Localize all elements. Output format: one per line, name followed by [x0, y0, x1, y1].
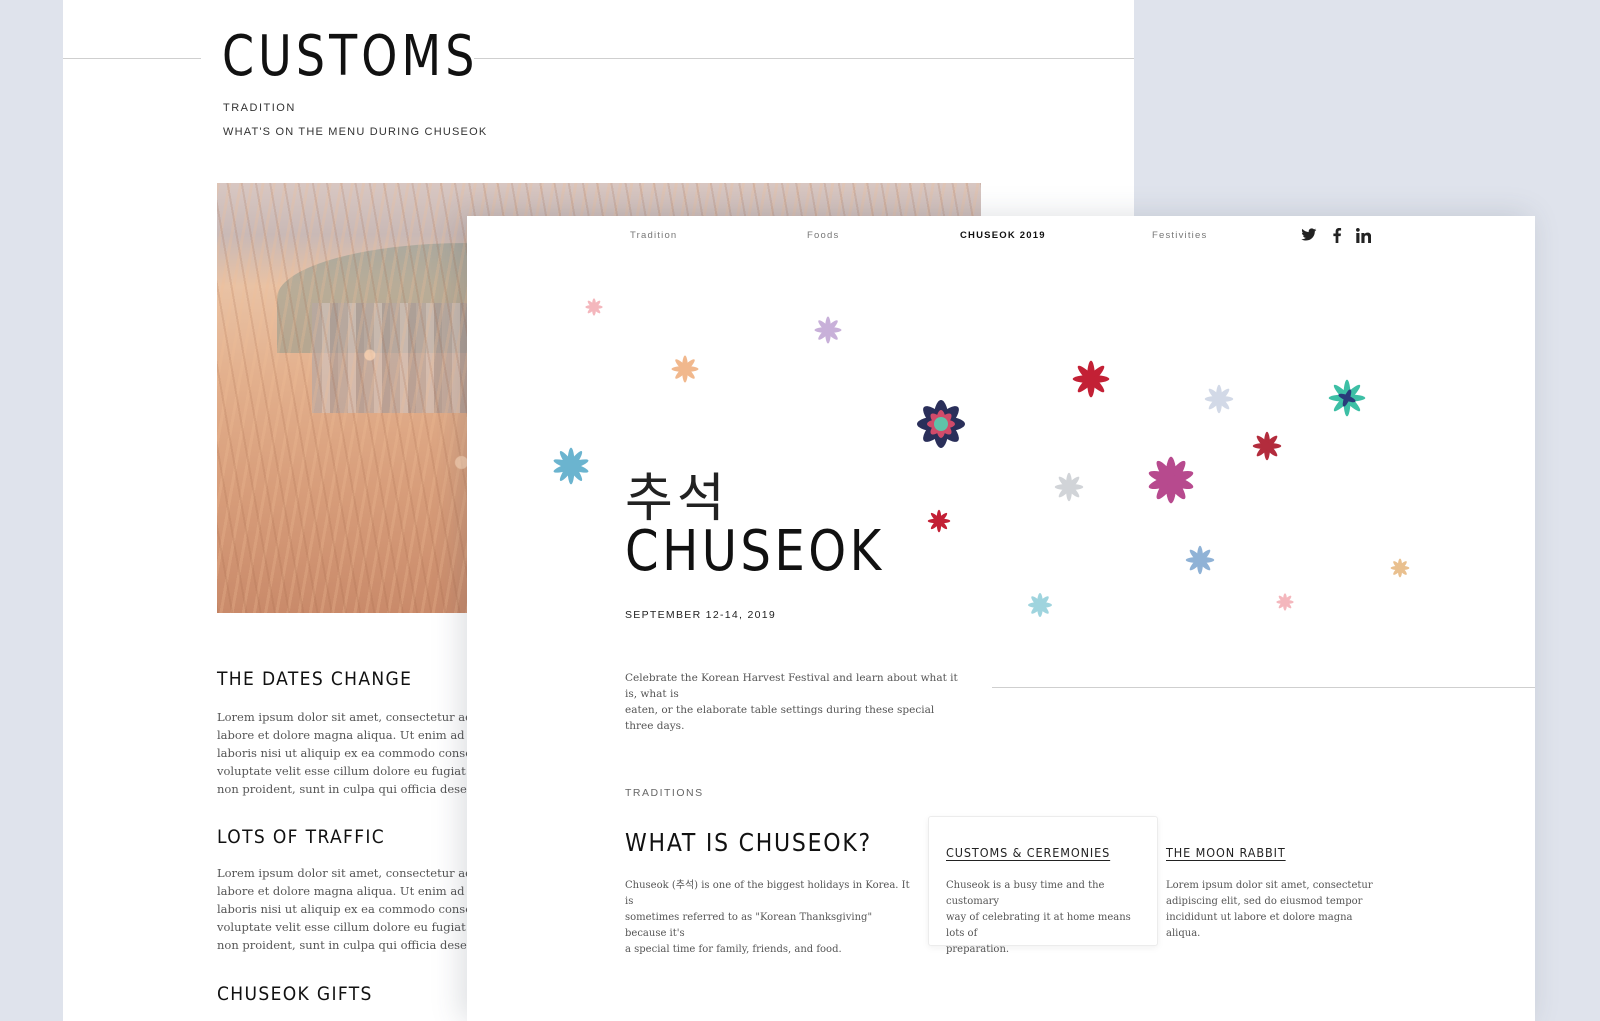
customs-subtitle: WHAT'S ON THE MENU DURING CHUSEOK — [223, 126, 488, 138]
flower-decoration-icon — [671, 355, 699, 383]
top-nav: Tradition Foods CHUSEOK 2019 Festivities — [467, 216, 1535, 256]
section-heading-traffic: LOTS OF TRAFFIC — [217, 826, 386, 848]
section-description: Chuseok (추석) is one of the biggest holid… — [625, 880, 910, 955]
chuseok-page-preview: Tradition Foods CHUSEOK 2019 Festivities — [467, 216, 1535, 1021]
flower-decoration-icon — [917, 400, 965, 448]
hero-title: CHUSEOK — [625, 519, 885, 584]
section-title: WHAT IS CHUSEOK? — [625, 828, 872, 857]
twitter-icon[interactable] — [1300, 226, 1318, 244]
nav-link-chuseok-2019[interactable]: CHUSEOK 2019 — [960, 230, 1046, 241]
flower-decoration-icon — [1148, 456, 1194, 504]
flower-decoration-icon — [1276, 593, 1294, 611]
flower-decoration-icon — [585, 298, 603, 316]
card-title-moon-rabbit[interactable]: THE MOON RABBIT — [1166, 845, 1286, 860]
flower-decoration-icon — [1028, 593, 1052, 617]
title-rule-left — [63, 58, 201, 59]
flower-decoration-icon — [553, 447, 589, 485]
flower-decoration-icon — [1072, 360, 1110, 398]
hero-intro-text: Celebrate the Korean Harvest Festival an… — [625, 672, 958, 732]
flower-decoration-icon — [1390, 558, 1410, 578]
flower-decoration-icon — [1252, 431, 1282, 461]
nav-link-festivities[interactable]: Festivities — [1152, 230, 1207, 241]
flower-decoration-icon — [1328, 379, 1366, 417]
card-text-customs: Chuseok is a busy time and the customary… — [946, 880, 1131, 955]
section-heading-dates: THE DATES CHANGE — [217, 668, 413, 690]
card-title-customs[interactable]: CUSTOMS & CEREMONIES — [946, 845, 1110, 860]
flower-decoration-icon — [1204, 384, 1234, 414]
customs-kicker: TRADITION — [223, 102, 296, 114]
nav-link-tradition[interactable]: Tradition — [630, 230, 677, 241]
section-heading-gifts: CHUSEOK GIFTS — [217, 983, 373, 1005]
event-date: SEPTEMBER 12-14, 2019 — [625, 609, 777, 621]
flower-decoration-icon — [927, 509, 951, 533]
linkedin-icon[interactable] — [1354, 226, 1372, 244]
facebook-icon[interactable] — [1328, 226, 1346, 244]
card-text-moon-rabbit: Lorem ipsum dolor sit amet, consectetur … — [1166, 880, 1373, 939]
section-kicker: TRADITIONS — [625, 787, 704, 799]
hero-divider — [992, 687, 1535, 688]
flower-decoration-icon — [1054, 472, 1084, 502]
flower-decoration-icon — [814, 316, 842, 344]
customs-title: CUSTOMS — [222, 24, 479, 89]
title-rule-right — [474, 58, 1134, 59]
nav-link-foods[interactable]: Foods — [807, 230, 839, 241]
flower-decoration-icon — [1185, 545, 1215, 575]
